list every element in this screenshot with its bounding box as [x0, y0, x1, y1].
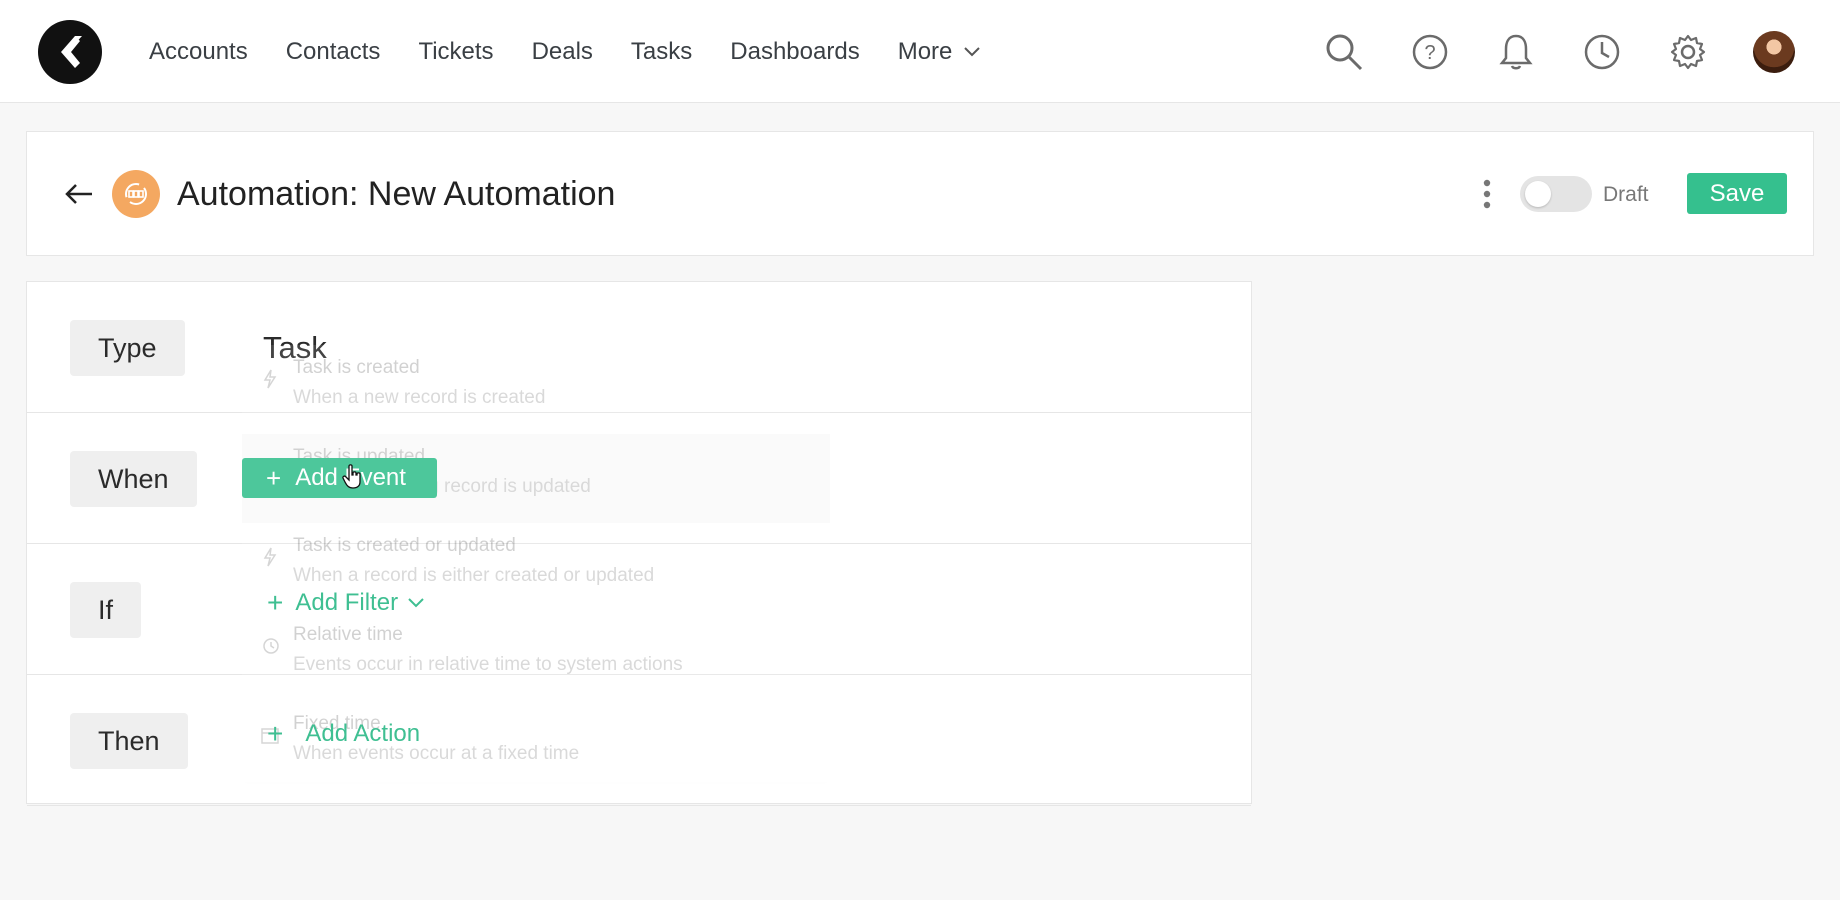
status-label: Draft: [1603, 183, 1649, 206]
activation-toggle[interactable]: [1520, 176, 1592, 212]
user-avatar[interactable]: [1753, 30, 1795, 73]
automation-header: Automation: New Automation Draft Save: [26, 131, 1814, 256]
top-navbar: Accounts Contacts Tickets Deals Tasks Da…: [0, 0, 1840, 103]
svg-text:?: ?: [1424, 42, 1435, 64]
nav-tasks[interactable]: Tasks: [631, 38, 692, 66]
plus-icon: +: [267, 718, 284, 749]
more-options-icon[interactable]: [1467, 174, 1507, 214]
add-filter-label: Add Filter: [295, 589, 399, 616]
event-option-desc: When a record is either created or updat…: [293, 565, 655, 586]
history-icon: [260, 636, 280, 656]
nav-more[interactable]: More: [898, 38, 981, 66]
event-option-title: Task is created: [293, 357, 420, 378]
event-option-title: Task is created or updated: [293, 535, 516, 556]
nav-tickets[interactable]: Tickets: [418, 38, 493, 66]
add-action-button[interactable]: + Add Action: [267, 720, 420, 748]
plus-icon: +: [266, 463, 282, 493]
bolt-icon: [260, 369, 280, 389]
page-title: Automation: New Automation: [177, 175, 616, 213]
bell-icon[interactable]: [1473, 0, 1559, 103]
then-pill: Then: [70, 713, 188, 769]
clock-icon[interactable]: [1559, 0, 1645, 103]
event-option[interactable]: Task is created When a new record is cre…: [242, 345, 830, 434]
app-logo[interactable]: [38, 20, 102, 84]
nav-dashboards[interactable]: Dashboards: [730, 38, 859, 66]
header-actions: ?: [1301, 0, 1840, 103]
type-pill: Type: [70, 320, 185, 376]
add-action-label: Add Action: [305, 720, 421, 747]
nav-contacts[interactable]: Contacts: [286, 38, 381, 66]
save-button[interactable]: Save: [1687, 173, 1787, 214]
hand-cursor-icon: [342, 464, 364, 495]
help-icon[interactable]: ?: [1387, 0, 1473, 103]
plus-icon: +: [267, 587, 284, 618]
event-option-desc: Events occur in relative time to system …: [293, 654, 683, 675]
back-arrow-icon[interactable]: [57, 172, 101, 216]
when-pill: When: [70, 451, 197, 507]
nav-deals[interactable]: Deals: [532, 38, 593, 66]
nav-accounts[interactable]: Accounts: [149, 38, 248, 66]
event-option-desc: When a new record is created: [293, 387, 546, 408]
search-icon[interactable]: [1301, 0, 1387, 103]
event-option-title: Relative time: [293, 624, 403, 645]
if-pill: If: [70, 582, 142, 638]
event-option[interactable]: Relative time Events occur in relative t…: [242, 612, 830, 701]
chevron-down-icon: [964, 46, 981, 57]
chevron-down-icon: [408, 598, 424, 608]
gear-icon[interactable]: [1645, 0, 1731, 103]
nav-more-label: More: [897, 37, 953, 65]
logo-icon: [61, 36, 82, 68]
automation-icon: [112, 170, 160, 218]
add-event-button[interactable]: + Add Event: [242, 458, 437, 498]
toggle-knob: [1525, 181, 1551, 207]
add-filter-button[interactable]: + Add Filter: [267, 589, 424, 617]
event-dropdown: Task is created When a new record is cre…: [242, 345, 830, 782]
bolt-icon: [260, 547, 280, 567]
main-nav: Accounts Contacts Tickets Deals Tasks Da…: [130, 0, 999, 103]
